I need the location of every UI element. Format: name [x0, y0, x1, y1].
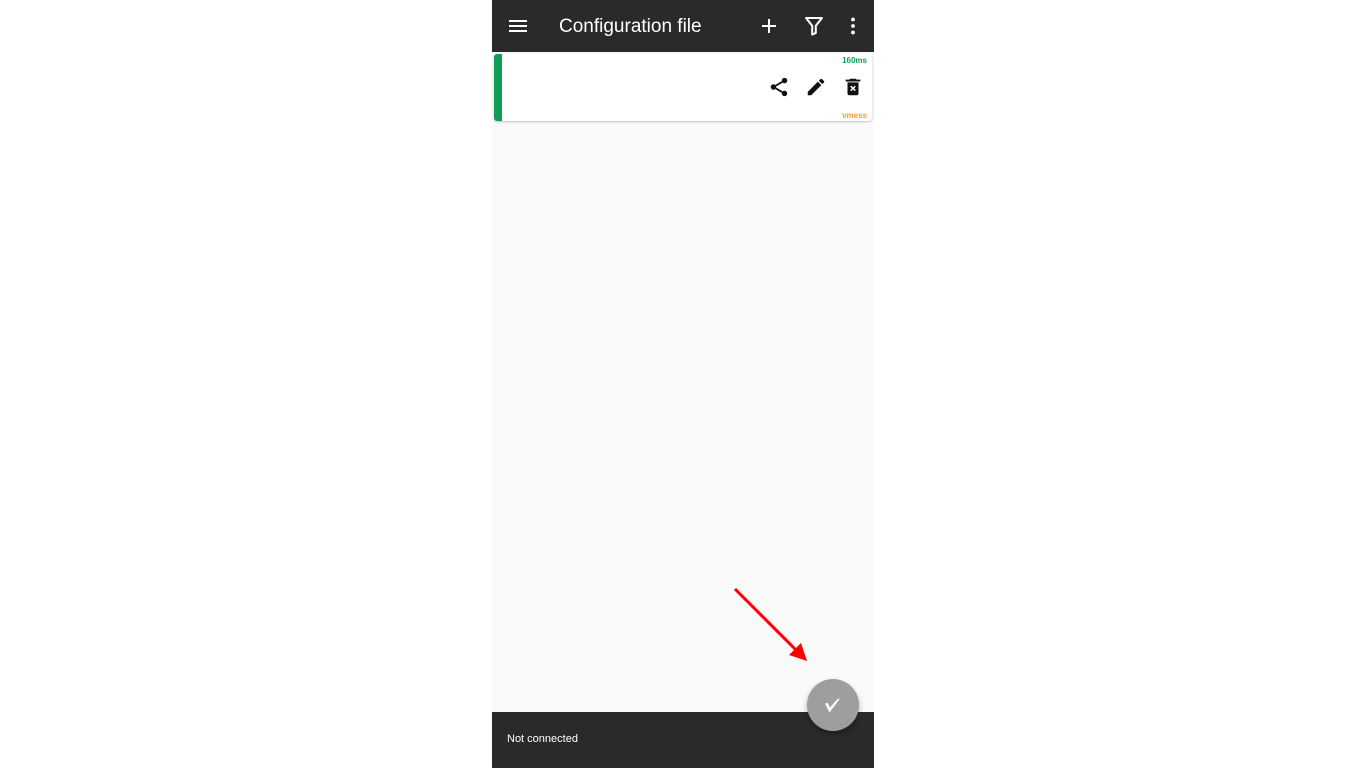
edit-icon[interactable] — [805, 76, 827, 98]
v-logo-icon — [825, 698, 840, 713]
app-toolbar: Configuration file — [492, 0, 874, 52]
server-latency: 160ms — [842, 56, 867, 65]
app-screen: Configuration file 160ms vmess Not conne… — [492, 0, 874, 768]
server-card[interactable]: 160ms vmess — [494, 54, 872, 121]
server-type: vmess — [842, 111, 867, 120]
add-icon[interactable] — [757, 14, 781, 38]
share-icon[interactable] — [768, 76, 790, 98]
filter-icon[interactable] — [802, 14, 826, 38]
connection-status-text: Not connected — [507, 733, 578, 745]
delete-icon[interactable] — [842, 76, 864, 98]
menu-icon[interactable] — [506, 14, 530, 38]
server-status-indicator — [494, 54, 502, 121]
more-vert-icon[interactable] — [841, 14, 865, 38]
page-title: Configuration file — [559, 16, 702, 37]
connect-fab-button[interactable] — [807, 679, 859, 731]
